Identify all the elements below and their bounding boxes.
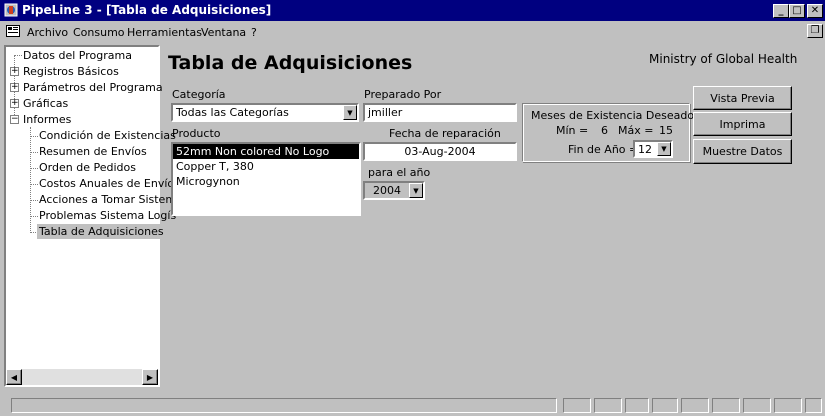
menu-consumo[interactable]: Consumo (73, 26, 125, 39)
category-value: Todas las Categorías (176, 106, 289, 119)
tree-item-tabla-selected[interactable]: Tabla de Adquisiciones (37, 224, 166, 239)
app-icon (4, 3, 18, 17)
preview-button[interactable]: Vista Previa (693, 86, 792, 110)
collapse-icon[interactable]: − (10, 115, 19, 124)
prepared-by-label: Preparado Por (364, 88, 442, 101)
menu-herramientas[interactable]: Herramientas (127, 26, 202, 39)
min-value: 6 (601, 124, 608, 137)
dropdown-arrow-icon[interactable]: ▼ (343, 105, 357, 120)
dropdown-arrow-icon[interactable]: ▼ (657, 142, 671, 156)
organization-name: Ministry of Global Health (649, 52, 798, 66)
status-bar (0, 396, 825, 416)
status-panel (681, 398, 709, 413)
list-item[interactable]: Microgynon (173, 174, 359, 189)
list-item-selected[interactable]: 52mm Non colored No Logo (173, 144, 359, 159)
window-title: PipeLine 3 - [Tabla de Adquisiciones] (22, 3, 272, 17)
tree-item-costos[interactable]: Costos Anuales de Envío (39, 177, 174, 190)
tree-item-orden[interactable]: Orden de Pedidos (39, 161, 136, 174)
status-panel (652, 398, 678, 413)
print-button[interactable]: Imprima (693, 112, 792, 136)
tree-item-problemas[interactable]: Problemas Sistema Logís (39, 209, 176, 222)
status-panel (743, 398, 771, 413)
tree-item-registros[interactable]: Registros Básicos (23, 65, 119, 78)
menu-archivo[interactable]: Archivo (27, 26, 68, 39)
status-panel (625, 398, 649, 413)
months-title: Meses de Existencia Deseados (531, 109, 700, 122)
dropdown-arrow-icon[interactable]: ▼ (409, 183, 423, 198)
page-title: Tabla de Adquisiciones (168, 52, 413, 74)
tree-item-informes[interactable]: Informes (23, 113, 71, 126)
status-panel (774, 398, 802, 413)
maximize-button[interactable]: □ (789, 4, 805, 18)
date-input[interactable]: 03-Aug-2004 (363, 142, 517, 161)
expand-icon[interactable]: + (10, 99, 19, 108)
status-panel-main (11, 398, 557, 413)
tree-item-parametros[interactable]: Parámetros del Programa (23, 81, 163, 94)
document-icon[interactable] (6, 25, 20, 37)
prepared-by-input[interactable]: jmiller (363, 103, 517, 122)
status-panel (563, 398, 591, 413)
menu-ventana[interactable]: Ventana (201, 26, 246, 39)
product-label: Producto (172, 127, 221, 140)
year-end-dropdown[interactable]: 12 ▼ (633, 140, 673, 158)
scroll-left-arrow-icon[interactable]: ◀ (6, 369, 22, 385)
year-label: para el año (368, 166, 431, 179)
title-bar: PipeLine 3 - [Tabla de Adquisiciones] _ … (0, 0, 825, 21)
date-label: Fecha de reparación (389, 127, 501, 140)
max-value: 15 (659, 124, 673, 137)
tree-item-acciones[interactable]: Acciones a Tomar Sistema (39, 193, 183, 206)
status-panel (712, 398, 740, 413)
tree-hscrollbar[interactable]: ◀ ▶ (6, 369, 158, 385)
show-data-button[interactable]: Muestre Datos (693, 139, 792, 164)
months-group: Meses de Existencia Deseados Mín = 6 Máx… (522, 103, 700, 162)
expand-icon[interactable]: + (10, 83, 19, 92)
menu-bar: Archivo Consumo Herramientas Ventana ? ❐ (0, 21, 825, 43)
category-dropdown[interactable]: Todas las Categorías ▼ (171, 103, 359, 122)
minimize-button[interactable]: _ (773, 4, 789, 18)
year-end-label: Fin de Año = (568, 143, 639, 156)
status-panel (805, 398, 822, 413)
tree-item-resumen[interactable]: Resumen de Envíos (39, 145, 147, 158)
tree-item-datos[interactable]: Datos del Programa (23, 49, 132, 62)
max-label: Máx = (618, 124, 654, 137)
category-label: Categoría (172, 88, 226, 101)
tree-item-condicion[interactable]: Condición de Existencias (39, 129, 176, 142)
scroll-right-arrow-icon[interactable]: ▶ (142, 369, 158, 385)
status-panel (594, 398, 622, 413)
min-label: Mín = (556, 124, 589, 137)
list-item[interactable]: Copper T, 380 (173, 159, 359, 174)
restore-child-button[interactable]: ❐ (807, 24, 823, 38)
expand-icon[interactable]: + (10, 67, 19, 76)
close-button[interactable]: ✕ (807, 4, 823, 18)
year-dropdown[interactable]: 2004 ▼ (363, 181, 425, 200)
navigation-tree: Datos del Programa + Registros Básicos +… (4, 45, 183, 387)
menu-help[interactable]: ? (251, 26, 257, 39)
tree-item-graficas[interactable]: Gráficas (23, 97, 68, 110)
product-list[interactable]: 52mm Non colored No Logo Copper T, 380 M… (171, 142, 361, 216)
